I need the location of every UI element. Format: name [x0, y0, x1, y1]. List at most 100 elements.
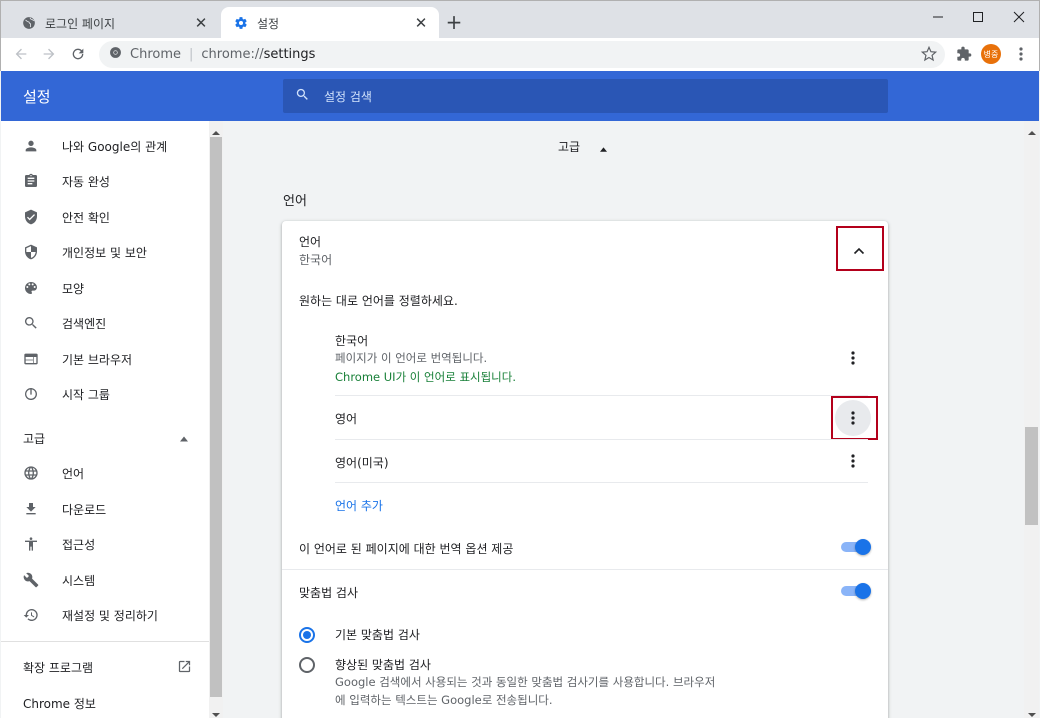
section-title: 언어: [283, 194, 307, 209]
bookmark-star-icon[interactable]: [920, 45, 938, 66]
new-tab-button[interactable]: +: [444, 12, 464, 33]
sidebar-item-downloads[interactable]: 다운로드: [1, 491, 209, 527]
sidebar-item-label: 안전 확인: [62, 210, 110, 225]
highlight-box: [836, 226, 884, 271]
sidebar-divider: [1, 641, 209, 642]
translate-offer-label: 이 언어로 된 페이지에 대한 번역 옵션 제공: [299, 542, 514, 556]
url-text: chrome://settings: [201, 47, 316, 62]
sidebar-item-label: 접근성: [62, 537, 96, 552]
sidebar-advanced-header[interactable]: 고급: [23, 430, 45, 447]
sidebar-item-default-browser[interactable]: 기본 브라우저: [1, 341, 209, 377]
language-name: 영어(미국): [335, 456, 389, 470]
back-arrow-icon: [15, 48, 27, 60]
address-bar[interactable]: Chrome | chrome://settings: [99, 41, 945, 68]
language-card-subtitle: 한국어: [299, 253, 333, 267]
wrench-icon: [22, 571, 40, 589]
sidebar-item-about[interactable]: Chrome 정보: [23, 695, 96, 712]
browser-toolbar: Chrome | chrome://settings: [0, 38, 1040, 71]
sidebar-scrollbar[interactable]: [209, 121, 223, 718]
radio-description: 에 입력하는 텍스트는 Google로 전송됩니다.: [335, 693, 553, 707]
scroll-down-arrow-icon[interactable]: [212, 707, 220, 718]
add-language-button[interactable]: 언어 추가: [335, 497, 383, 514]
tab-strip: 로그인 페이지 ✕ 설정 ✕ +: [0, 0, 1040, 39]
radio-label: 향상된 맞춤법 검사: [335, 658, 431, 672]
tab-login[interactable]: 로그인 페이지 ✕: [9, 7, 219, 39]
language-card-title: 언어: [299, 235, 322, 249]
scroll-down-arrow-icon[interactable]: [1028, 707, 1036, 718]
triangle-up-icon[interactable]: [179, 432, 189, 446]
highlight-box: [831, 396, 878, 440]
chrome-icon: [109, 46, 122, 63]
sidebar-item-label: 개인정보 및 보안: [62, 245, 147, 260]
profile-avatar[interactable]: 병중: [981, 44, 1001, 64]
reload-button[interactable]: [68, 44, 88, 64]
more-vert-icon: [851, 351, 855, 365]
sidebar-item-reset[interactable]: 재설정 및 정리하기: [1, 597, 209, 633]
language-ui-note: Chrome UI가 이 언어로 표시됩니다.: [335, 370, 516, 384]
settings-search-input[interactable]: 설정 검색: [283, 79, 888, 113]
row-divider: [335, 482, 868, 483]
maximize-button[interactable]: [958, 7, 998, 27]
scroll-up-arrow-icon[interactable]: [1028, 125, 1036, 139]
minimize-button[interactable]: [918, 7, 958, 27]
extensions-icon[interactable]: [954, 44, 974, 64]
sidebar-item-autofill[interactable]: 자동 완성: [1, 163, 209, 199]
advanced-toggle[interactable]: 고급: [558, 138, 580, 155]
spellcheck-toggle[interactable]: [841, 583, 871, 599]
close-icon[interactable]: ✕: [193, 14, 209, 32]
browser-icon: [22, 350, 40, 368]
enhanced-spellcheck-radio[interactable]: [299, 657, 315, 673]
language-name: 영어: [335, 412, 358, 426]
sidebar-scrollbar-thumb[interactable]: [210, 137, 222, 697]
tab-settings[interactable]: 설정 ✕: [221, 7, 439, 39]
history-icon: [22, 606, 40, 624]
sidebar-item-extensions[interactable]: 확장 프로그램: [23, 659, 93, 676]
row-divider: [335, 395, 868, 396]
open-external-icon[interactable]: [177, 659, 192, 677]
tab-title: 설정: [257, 16, 280, 31]
search-placeholder: 설정 검색: [324, 89, 372, 104]
settings-sidebar: 나와 Google의 관계 자동 완성 안전 확인 개인정보 및 보안 모양 검…: [1, 121, 209, 718]
site-chip: Chrome: [130, 47, 181, 62]
shield-icon: [22, 243, 40, 261]
sidebar-item-label: 시스템: [62, 573, 96, 588]
sidebar-item-startup[interactable]: 시작 그룹: [1, 376, 209, 412]
more-vert-icon: [851, 454, 855, 468]
triangle-up-icon[interactable]: [599, 142, 608, 156]
download-icon: [22, 500, 40, 518]
translate-offer-toggle[interactable]: [841, 539, 871, 555]
radio-label: 기본 맞춤법 검사: [335, 628, 420, 642]
sidebar-item-languages[interactable]: 언어: [1, 455, 209, 491]
gear-icon: [233, 15, 249, 31]
basic-spellcheck-radio[interactable]: [299, 627, 315, 643]
accessibility-icon: [22, 535, 40, 553]
sidebar-item-label: 모양: [62, 281, 85, 296]
clipboard-icon: [22, 172, 40, 190]
language-more-button[interactable]: [835, 443, 871, 479]
sidebar-item-system[interactable]: 시스템: [1, 562, 209, 598]
forward-button[interactable]: [39, 44, 59, 64]
sidebar-item-accessibility[interactable]: 접근성: [1, 526, 209, 562]
sidebar-item-google[interactable]: 나와 Google의 관계: [1, 128, 209, 164]
sidebar-item-label: 재설정 및 정리하기: [62, 608, 158, 623]
sidebar-item-safety-check[interactable]: 안전 확인: [1, 199, 209, 235]
back-button[interactable]: [11, 44, 31, 64]
palette-icon: [22, 279, 40, 297]
language-translate-note: 페이지가 이 언어로 번역됩니다.: [335, 351, 488, 365]
menu-kebab-icon[interactable]: [1011, 44, 1031, 64]
sidebar-item-appearance[interactable]: 모양: [1, 270, 209, 306]
order-hint: 원하는 대로 언어를 정렬하세요.: [299, 294, 458, 308]
language-more-button[interactable]: [835, 340, 871, 376]
sidebar-item-search-engine[interactable]: 검색엔진: [1, 305, 209, 341]
main-scrollbar-thumb[interactable]: [1025, 427, 1038, 525]
tab-title: 로그인 페이지: [45, 16, 116, 31]
language-name: 한국어: [335, 334, 369, 348]
forward-arrow-icon: [43, 48, 55, 60]
sidebar-item-label: 다운로드: [62, 502, 107, 517]
sidebar-item-privacy[interactable]: 개인정보 및 보안: [1, 234, 209, 270]
close-window-button[interactable]: [999, 7, 1039, 27]
power-icon: [22, 385, 40, 403]
row-divider: [282, 569, 888, 570]
close-icon[interactable]: ✕: [413, 14, 429, 32]
main-scrollbar[interactable]: [1024, 121, 1039, 718]
